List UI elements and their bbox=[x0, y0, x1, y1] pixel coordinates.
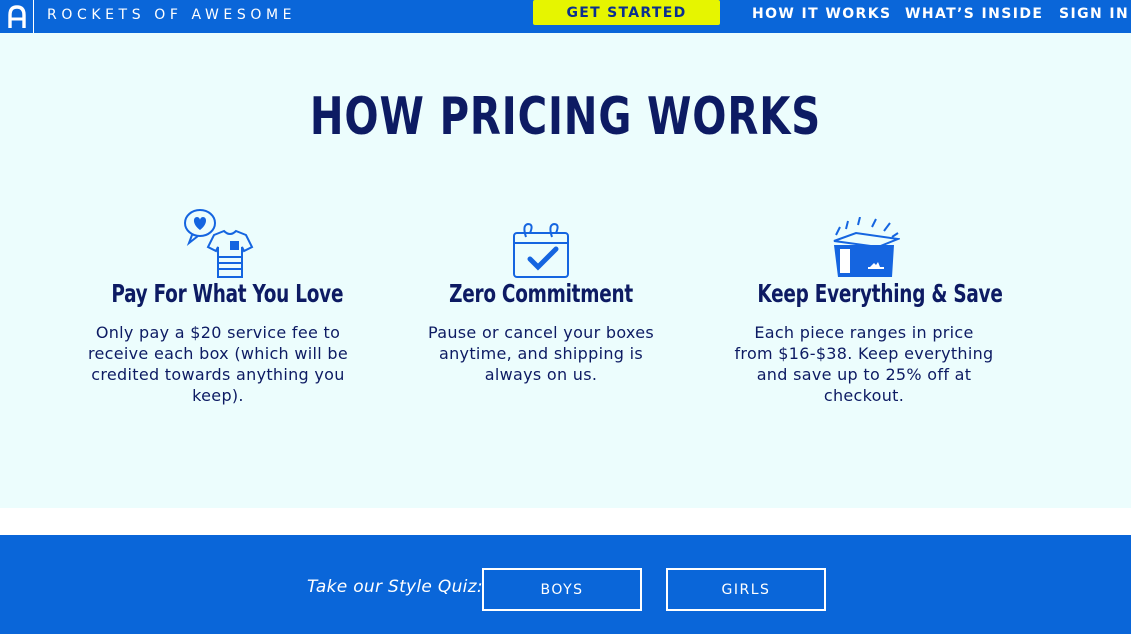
feature-zero-commitment: Zero Commitment Pause or cancel your box… bbox=[411, 199, 671, 385]
get-started-button[interactable]: GET STARTED bbox=[533, 0, 720, 25]
feature-title: Zero Commitment bbox=[449, 279, 633, 308]
feature-title: Keep Everything & Save bbox=[757, 279, 1003, 308]
tshirt-heart-icon bbox=[88, 199, 348, 279]
feature-title: Pay For What You Love bbox=[111, 279, 344, 308]
feature-description: Each piece ranges in price from $16-$38.… bbox=[734, 323, 994, 405]
quiz-boys-button[interactable]: BOYS bbox=[482, 568, 642, 611]
brand-name[interactable]: ROCKETS OF AWESOME bbox=[47, 7, 296, 23]
top-nav: ROCKETS OF AWESOME GET STARTED HOW IT WO… bbox=[0, 0, 1131, 33]
feature-keep-everything: Keep Everything & Save Each piece ranges… bbox=[734, 199, 1003, 406]
style-quiz-banner: Take our Style Quiz: BOYS GIRLS bbox=[0, 535, 1131, 634]
nav-sign-in[interactable]: SIGN IN bbox=[1059, 6, 1129, 22]
quiz-girls-button[interactable]: GIRLS bbox=[666, 568, 826, 611]
style-quiz-label: Take our Style Quiz: bbox=[307, 577, 483, 597]
feature-pay-for-what-you-love: Pay For What You Love Only pay a $20 ser… bbox=[88, 199, 348, 406]
pricing-section: HOW PRICING WORKS Pay For What You Love … bbox=[0, 33, 1131, 508]
nav-whats-inside[interactable]: WHAT’S INSIDE bbox=[905, 6, 1043, 22]
feature-description: Only pay a $20 service fee to receive ea… bbox=[88, 323, 348, 405]
calendar-check-icon bbox=[411, 199, 671, 279]
logo-icon[interactable] bbox=[0, 0, 34, 33]
feature-description: Pause or cancel your boxes anytime, and … bbox=[428, 323, 654, 384]
page-title: HOW PRICING WORKS bbox=[309, 87, 822, 147]
nav-how-it-works[interactable]: HOW IT WORKS bbox=[752, 6, 891, 22]
open-box-icon bbox=[734, 199, 994, 279]
